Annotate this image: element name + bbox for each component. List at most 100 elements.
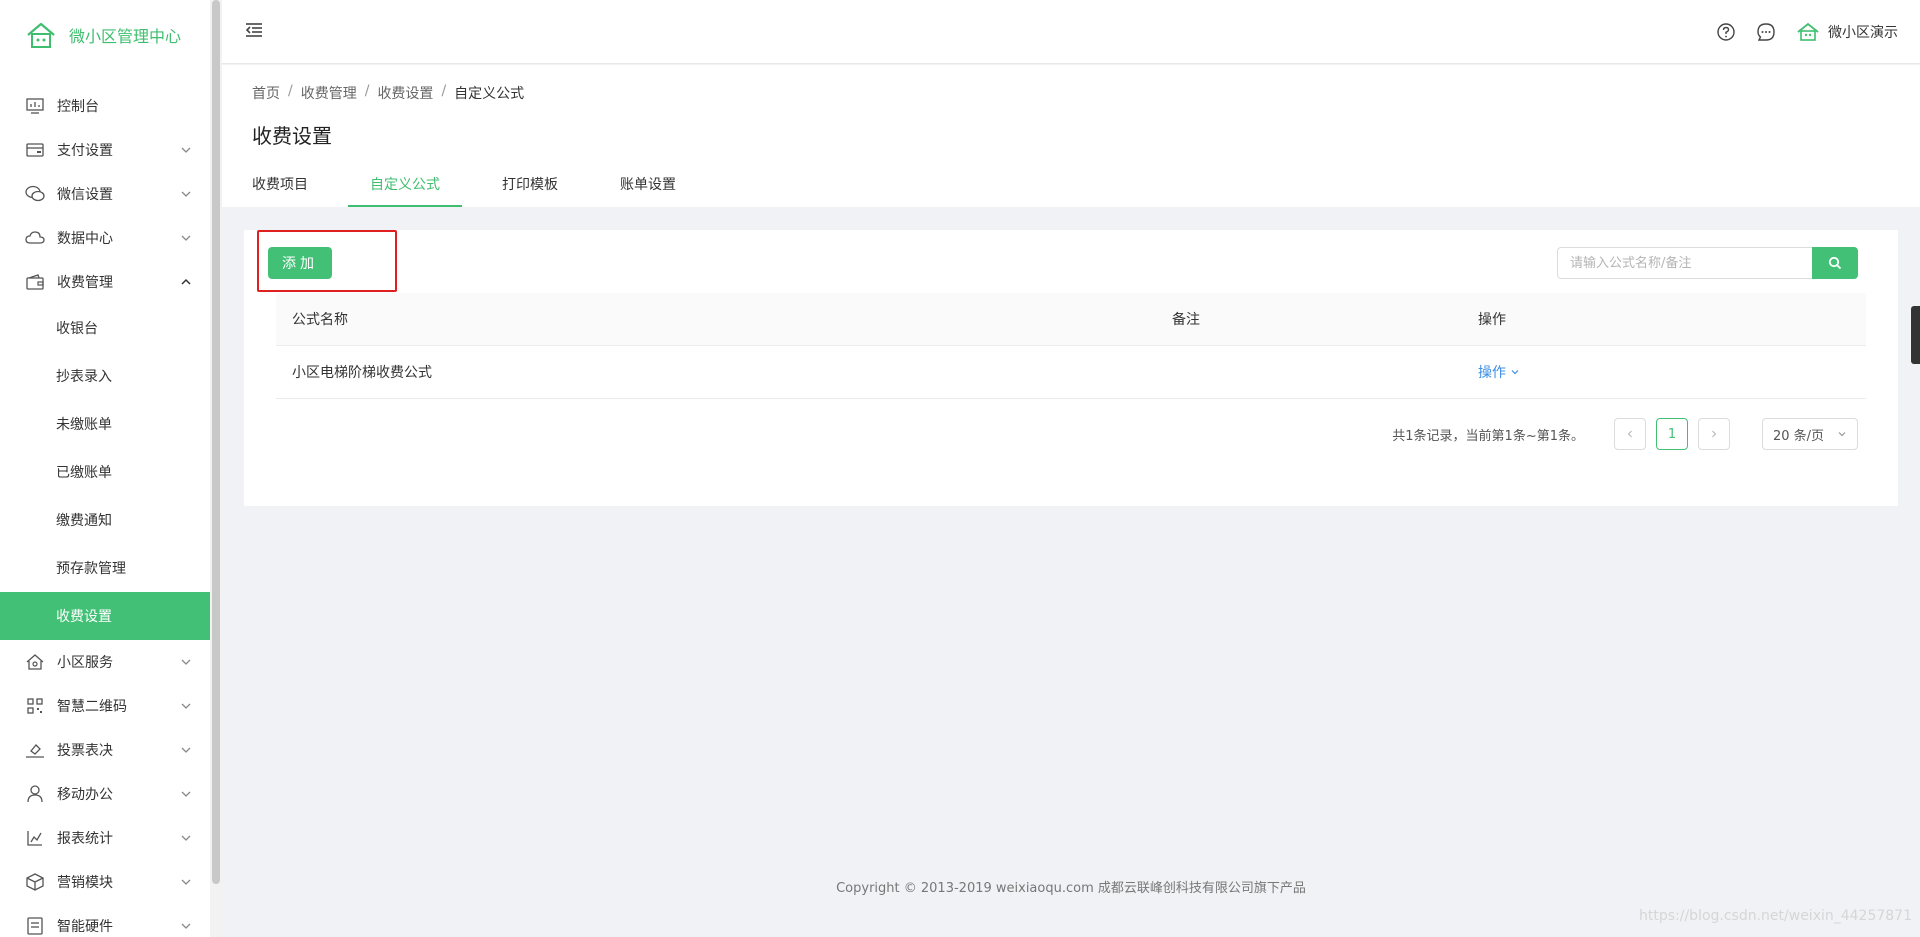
sidebar-subitem-fee-settings[interactable]: 收费设置 [0, 592, 210, 640]
sidebar-item-fee-management[interactable]: 收费管理 [0, 260, 210, 304]
side-drawer-handle[interactable] [1911, 306, 1920, 364]
sidebar-scrollbar-thumb[interactable] [212, 0, 220, 884]
person-icon [25, 784, 45, 804]
sidebar-item-label: 收费管理 [57, 275, 113, 291]
dashboard-icon [25, 96, 45, 116]
tab-fee-items[interactable]: 收费项目 [230, 172, 330, 207]
house-logo-icon [27, 22, 55, 48]
sidebar-item-wechat-settings[interactable]: 微信设置 [0, 172, 210, 216]
sidebar-item-label: 智能硬件 [57, 919, 113, 935]
breadcrumb-fee-settings[interactable]: 收费设置 [377, 83, 433, 103]
search-box [1557, 247, 1858, 279]
sidebar-item-payment-settings[interactable]: 支付设置 [0, 128, 210, 172]
formula-table: 公式名称 备注 操作 小区电梯阶梯收费公式 操作 [276, 293, 1866, 399]
chevron-down-icon [181, 747, 191, 753]
main-area: 微小区演示 首页 / 收费管理 / 收费设置 / 自定义公式 收费设置 收费项目… [222, 0, 1920, 937]
tab-bill-settings[interactable]: 账单设置 [598, 172, 698, 207]
chevron-down-icon [181, 879, 191, 885]
help-icon[interactable] [1716, 22, 1736, 42]
search-icon [1828, 256, 1842, 270]
chevron-down-icon [181, 835, 191, 841]
header-formula-name: 公式名称 [292, 312, 348, 328]
sidebar-item-dashboard[interactable]: 控制台 [0, 84, 210, 128]
chevron-down-icon [181, 703, 191, 709]
menu-fold-icon[interactable] [244, 20, 264, 40]
sidebar-item-label: 营销模块 [57, 875, 113, 891]
content-card: 添加 公式名称 备注 操作 小区电梯阶梯收费公式 [244, 230, 1898, 506]
chevron-up-icon [181, 278, 191, 285]
wechat-icon [25, 184, 45, 204]
vote-icon [25, 740, 45, 760]
cube-icon [25, 872, 45, 892]
search-button[interactable] [1812, 247, 1858, 279]
page-size-select[interactable]: 20 条/页 [1762, 418, 1858, 450]
sidebar-item-data-center[interactable]: 数据中心 [0, 216, 210, 260]
page-number-current[interactable]: 1 [1656, 418, 1688, 450]
row-action-dropdown[interactable]: 操作 [1478, 362, 1520, 382]
device-icon [25, 916, 45, 936]
pagination: 共1条记录，当前第1条~第1条。 1 20 条/页 [1392, 418, 1858, 450]
chevron-down-icon [181, 791, 191, 797]
sidebar-item-label: 投票表决 [57, 743, 113, 759]
sidebar-item-mobile-office[interactable]: 移动办公 [0, 772, 210, 816]
home-icon [25, 652, 45, 672]
chevron-down-icon [181, 659, 191, 665]
sidebar-subitem-meter-entry[interactable]: 抄表录入 [0, 352, 210, 400]
user-menu[interactable]: 微小区演示 [1796, 22, 1898, 42]
tab-custom-formula[interactable]: 自定义公式 [348, 172, 462, 207]
footer-copyright: Copyright © 2013-2019 weixiaoqu.com 成都云联… [836, 881, 1306, 896]
sidebar-item-reports[interactable]: 报表统计 [0, 816, 210, 860]
prev-page-button[interactable] [1614, 418, 1646, 450]
table-row: 小区电梯阶梯收费公式 操作 [276, 346, 1866, 399]
breadcrumb: 首页 / 收费管理 / 收费设置 / 自定义公式 [252, 83, 524, 103]
sidebar-item-label: 智慧二维码 [57, 699, 127, 715]
tab-print-template[interactable]: 打印模板 [480, 172, 580, 207]
brand-name: 微小区管理中心 [69, 27, 182, 46]
chevron-down-icon [181, 147, 191, 153]
chevron-down-icon [1838, 432, 1846, 437]
sidebar-subitem-unpaid-bills[interactable]: 未缴账单 [0, 400, 210, 448]
breadcrumb-separator: / [441, 83, 447, 99]
chevron-down-icon [181, 191, 191, 197]
brand[interactable]: 微小区管理中心 [0, 0, 210, 70]
sidebar-item-label: 数据中心 [57, 231, 113, 247]
page-size-value: 20 条/页 [1773, 428, 1825, 444]
cell-formula-name: 小区电梯阶梯收费公式 [292, 365, 432, 381]
sidebar-subitem-payment-notice[interactable]: 缴费通知 [0, 496, 210, 544]
sidebar-item-label: 移动办公 [57, 787, 113, 803]
row-action-label: 操作 [1478, 365, 1506, 381]
chevron-down-icon [181, 235, 191, 241]
message-icon[interactable] [1756, 22, 1776, 42]
breadcrumb-separator: / [288, 83, 293, 99]
breadcrumb-fee-management[interactable]: 收费管理 [301, 83, 357, 103]
chevron-down-icon [1511, 370, 1519, 375]
chevron-left-icon [1627, 430, 1632, 438]
next-page-button[interactable] [1698, 418, 1730, 450]
page-title: 收费设置 [252, 124, 332, 148]
sidebar-subitem-cashier[interactable]: 收银台 [0, 304, 210, 352]
tabs: 收费项目 自定义公式 打印模板 账单设置 [230, 172, 716, 207]
search-input[interactable] [1557, 247, 1812, 279]
topbar: 微小区演示 [222, 0, 1920, 64]
sidebar-item-voting[interactable]: 投票表决 [0, 728, 210, 772]
page-header: 首页 / 收费管理 / 收费设置 / 自定义公式 收费设置 收费项目 自定义公式… [222, 65, 1920, 207]
sidebar-item-label: 控制台 [57, 99, 99, 115]
sidebar-item-label: 微信设置 [57, 187, 113, 203]
chart-icon [25, 828, 45, 848]
table-header: 公式名称 备注 操作 [276, 293, 1866, 346]
sidebar-item-smart-qrcode[interactable]: 智慧二维码 [0, 684, 210, 728]
sidebar-item-marketing[interactable]: 营销模块 [0, 860, 210, 904]
sidebar-item-smart-hardware[interactable]: 智能硬件 [0, 904, 210, 937]
sidebar: 微小区管理中心 控制台 支付设置 微信设置 数据中心 收费管理 收银台 抄表录入… [0, 0, 210, 937]
breadcrumb-home[interactable]: 首页 [252, 83, 280, 103]
breadcrumb-current: 自定义公式 [454, 86, 525, 102]
sidebar-scrollbar[interactable] [210, 0, 222, 937]
wallet-icon [25, 140, 45, 160]
purse-icon [25, 272, 45, 292]
sidebar-item-community-service[interactable]: 小区服务 [0, 640, 210, 684]
sidebar-subitem-deposit-management[interactable]: 预存款管理 [0, 544, 210, 592]
sidebar-subitem-paid-bills[interactable]: 已缴账单 [0, 448, 210, 496]
fee-management-submenu: 收银台 抄表录入 未缴账单 已缴账单 缴费通知 预存款管理 收费设置 [0, 304, 210, 640]
add-button[interactable]: 添加 [268, 247, 332, 279]
user-avatar-icon [1797, 22, 1819, 41]
